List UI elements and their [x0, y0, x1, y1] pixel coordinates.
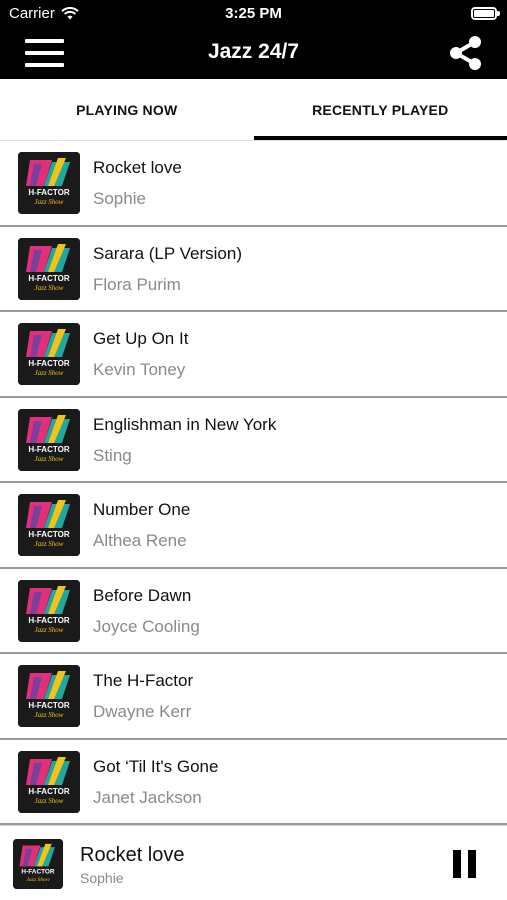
track-artist: Flora Purim [93, 274, 181, 294]
track-row[interactable]: H-FACTOR Jazz Show Number One Althea Rene [0, 483, 507, 569]
svg-text:Jazz Show: Jazz Show [35, 369, 64, 377]
status-bar: Carrier 3:25 PM [0, 0, 507, 26]
album-art: H-FACTOR Jazz Show [18, 665, 80, 727]
album-art: H-FACTOR Jazz Show [18, 323, 80, 385]
track-artist: Dwayne Kerr [93, 702, 192, 721]
track-title: Englishman in New York [93, 414, 277, 434]
track-artist: Sting [93, 445, 132, 465]
tab-recently-played[interactable]: RECENTLY PLAYED [253, 79, 507, 140]
now-playing-artist: Sophie [80, 870, 124, 886]
svg-text:Jazz Show: Jazz Show [35, 797, 64, 805]
track-title: Rocket love [93, 158, 182, 177]
album-art: H-FACTOR Jazz Show [18, 152, 80, 214]
track-title: Get Up On It [93, 329, 189, 348]
album-art: H-FACTOR Jazz Show [18, 408, 80, 471]
album-art: H-FACTOR Jazz Show [13, 839, 63, 889]
track-artist: Kevin Toney [93, 360, 186, 379]
track-artist: Joyce Cooling [93, 616, 200, 636]
svg-text:H-FACTOR: H-FACTOR [28, 359, 69, 368]
track-row[interactable]: H-FACTOR Jazz Show Rocket love Sophie [0, 141, 507, 227]
svg-text:Jazz Show: Jazz Show [35, 455, 64, 463]
track-title: The H-Factor [93, 671, 194, 690]
page-title: Jazz 24/7 [207, 40, 300, 63]
tab-bar: PLAYING NOW RECENTLY PLAYED [0, 79, 507, 140]
album-art: H-FACTOR Jazz Show [18, 750, 80, 813]
now-playing-title: Rocket love [80, 844, 185, 866]
album-art: H-FACTOR Jazz Show [18, 579, 80, 642]
svg-text:H-FACTOR: H-FACTOR [28, 530, 69, 539]
clock: 3:25 PM [225, 5, 282, 22]
svg-text:H-FACTOR: H-FACTOR [28, 616, 69, 625]
svg-text:Jazz Show: Jazz Show [26, 877, 50, 883]
svg-text:Jazz Show: Jazz Show [35, 711, 64, 719]
pause-icon[interactable] [453, 850, 477, 878]
album-art: H-FACTOR Jazz Show [18, 494, 80, 556]
track-artist: Althea Rene [93, 531, 187, 550]
track-row[interactable]: H-FACTOR Jazz Show Get Up On It Kevin Toney [0, 312, 507, 398]
battery-icon [471, 7, 500, 20]
svg-text:Jazz Show: Jazz Show [35, 198, 64, 206]
svg-text:H-FACTOR: H-FACTOR [28, 701, 69, 710]
track-artist: Sophie [93, 189, 146, 208]
svg-text:Jazz Show: Jazz Show [35, 284, 64, 292]
recently-played-list: H-FACTOR Jazz Show Rocket love Sophie H-FACT… [0, 141, 507, 825]
svg-text:H-FACTOR: H-FACTOR [28, 274, 69, 283]
svg-text:Jazz Show: Jazz Show [35, 540, 64, 548]
track-title: Before Dawn [93, 585, 192, 605]
track-row[interactable]: H-FACTOR Jazz Show Before Dawn Joyce Coolin… [0, 568, 507, 654]
nav-bar: Jazz 24/7 [0, 26, 507, 79]
svg-text:H-FACTOR: H-FACTOR [21, 869, 54, 876]
track-title: Sarara (LP Version) [93, 243, 242, 263]
share-icon[interactable] [447, 34, 485, 72]
svg-text:Jazz Show: Jazz Show [35, 626, 64, 634]
track-row[interactable]: H-FACTOR Jazz Show The H-Factor Dwayne Kerr [0, 654, 507, 740]
track-title: Got ‘Til It's Gone [93, 756, 219, 776]
svg-text:H-FACTOR: H-FACTOR [28, 787, 69, 796]
track-title: Number One [93, 500, 191, 519]
track-row[interactable]: H-FACTOR Jazz Show Got ‘Til It's Gone Janet… [0, 739, 507, 825]
track-artist: Janet Jackson [93, 787, 202, 807]
svg-text:H-FACTOR: H-FACTOR [28, 445, 69, 454]
track-row[interactable]: H-FACTOR Jazz Show Englishman in New York S… [0, 397, 507, 483]
svg-text:H-FACTOR: H-FACTOR [28, 188, 69, 197]
track-row[interactable]: H-FACTOR Jazz Show Sarara (LP Version) Flor… [0, 226, 507, 312]
album-art: H-FACTOR Jazz Show [18, 237, 80, 300]
mini-player[interactable]: H-FACTOR Jazz Show Rocket love Sophie [0, 825, 507, 900]
tab-playing-now[interactable]: PLAYING NOW [0, 79, 254, 140]
